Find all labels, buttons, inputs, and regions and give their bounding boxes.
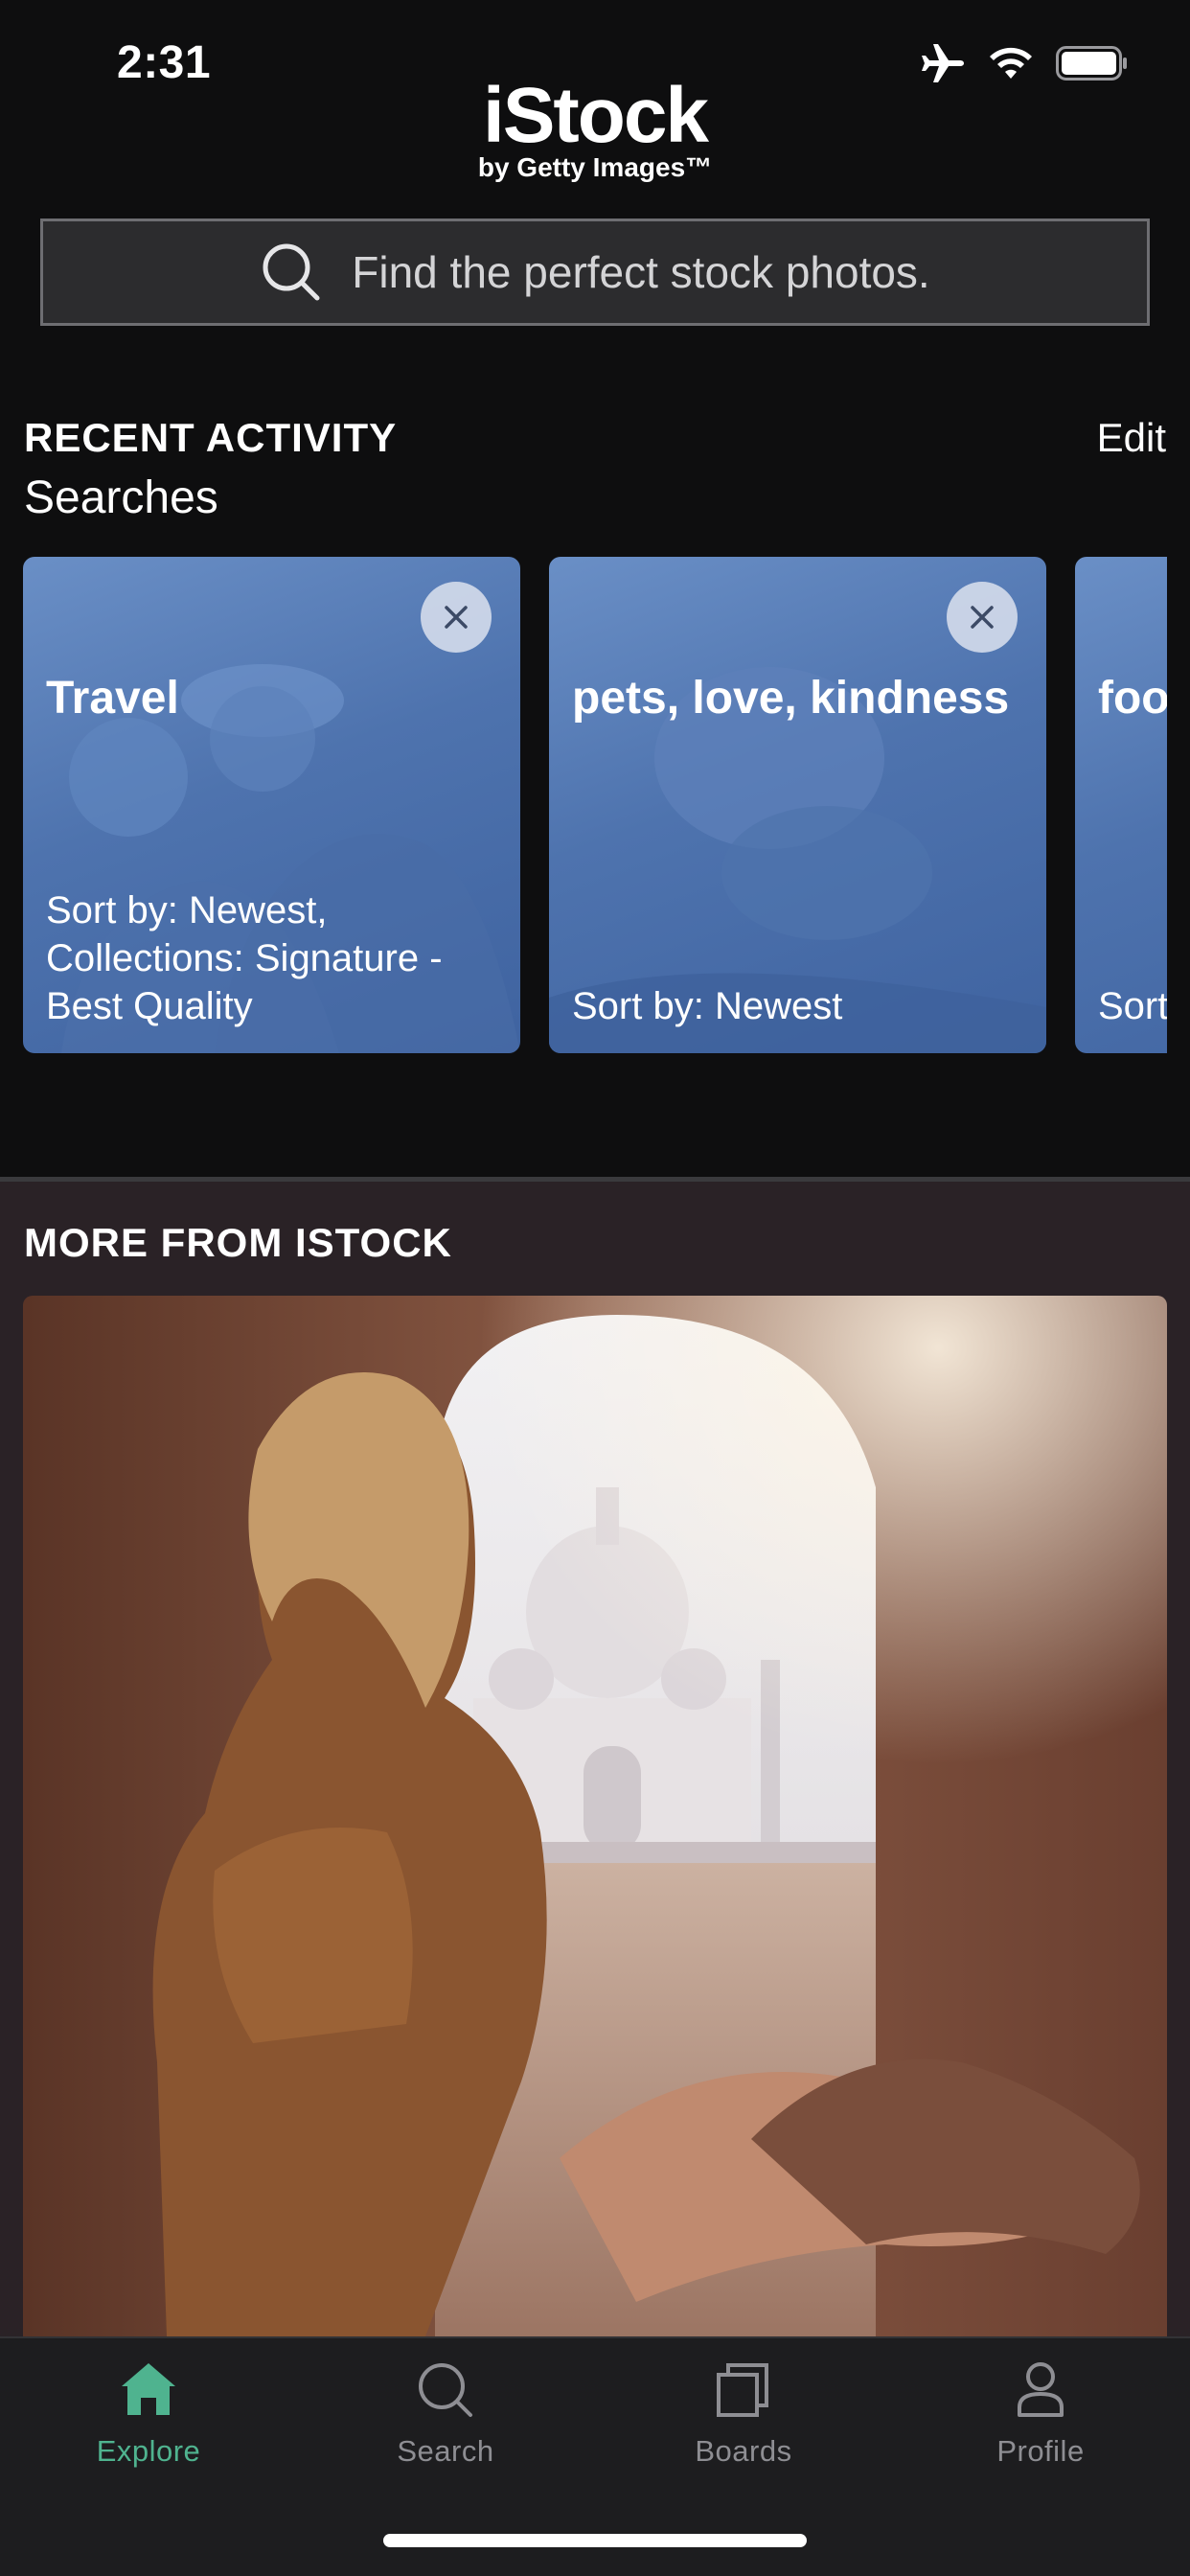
recent-search-card[interactable]: Travel Sort by: Newest, Collections: Sig…: [23, 557, 520, 1053]
featured-photo[interactable]: [23, 1296, 1167, 2336]
recent-search-card[interactable]: pets, love, kindness Sort by: Newest: [549, 557, 1046, 1053]
logo-tagline: by Getty Images™: [477, 152, 713, 182]
logo-wordmark: iStock: [482, 72, 709, 159]
remove-search-button[interactable]: [947, 582, 1018, 653]
recent-searches-carousel[interactable]: Travel Sort by: Newest, Collections: Sig…: [23, 557, 1167, 1053]
recent-search-title: Travel: [46, 673, 179, 724]
profile-icon: [1018, 2362, 1064, 2417]
recent-search-filters: Sort by: Newest, Collections: Signature …: [46, 889, 443, 1027]
tab-boards-label: Boards: [695, 2434, 792, 2468]
search-placeholder: Find the perfect stock photos.: [352, 247, 930, 297]
edit-button[interactable]: Edit: [1097, 415, 1166, 461]
explore-screen: 2:31 iStock by Getty Images™ Find the pe…: [0, 0, 1190, 2576]
recent-search-filters: Sort: [1098, 985, 1167, 1027]
tab-profile-label: Profile: [996, 2434, 1085, 2468]
home-indicator[interactable]: [383, 2534, 807, 2547]
istock-logo: iStock by Getty Images™: [0, 75, 1190, 182]
tab-search-label: Search: [397, 2434, 494, 2468]
recent-search-title: pets, love, kindness: [572, 673, 1010, 724]
tab-explore[interactable]: Explore: [53, 2359, 244, 2469]
featured-photo-image: [23, 1296, 1167, 2336]
recent-search-title: foo: [1098, 673, 1167, 724]
tab-explore-label: Explore: [96, 2434, 201, 2468]
home-icon: [122, 2363, 175, 2415]
searches-label: Searches: [24, 472, 218, 523]
tab-profile[interactable]: Profile: [945, 2359, 1136, 2469]
recent-search-filters: Sort by: Newest: [572, 985, 843, 1027]
search-input[interactable]: Find the perfect stock photos.: [40, 218, 1150, 326]
close-icon: [445, 606, 468, 629]
search-icon: [419, 2363, 472, 2417]
search-icon: [263, 243, 320, 301]
close-icon: [971, 606, 994, 629]
boards-icon: [717, 2363, 768, 2417]
tab-boards[interactable]: Boards: [648, 2359, 839, 2469]
recent-search-card[interactable]: foo Sort: [1075, 557, 1167, 1053]
tab-search[interactable]: Search: [350, 2359, 541, 2469]
recent-activity-heading: RECENT ACTIVITY: [24, 415, 398, 460]
remove-search-button[interactable]: [421, 582, 492, 653]
more-from-istock-heading: MORE FROM ISTOCK: [24, 1220, 452, 1265]
